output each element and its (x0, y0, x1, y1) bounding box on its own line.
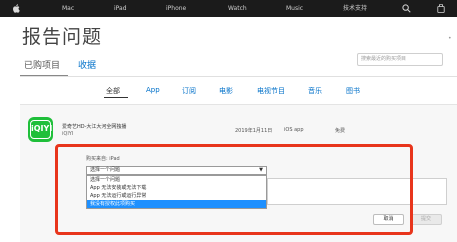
tab-receipts[interactable]: 收据 (78, 58, 96, 71)
category-books[interactable]: 图书 (346, 86, 360, 96)
header-divider (20, 76, 457, 77)
highlight-annotation (55, 144, 413, 235)
purchase-search-input[interactable]: 搜索最近的购买项目 (357, 53, 443, 66)
app-developer: iQIYI (62, 131, 74, 137)
purchase-date: 2019年1月11日 (235, 128, 273, 134)
nav-item-music[interactable]: Music (286, 0, 303, 17)
nav-item-ipad[interactable]: iPad (114, 0, 127, 17)
nav-item-mac[interactable]: Mac (62, 0, 74, 17)
category-subscriptions[interactable]: 订阅 (182, 86, 196, 96)
app-title: 爱奇艺HD-大江大河全网独播 (62, 124, 127, 130)
app-icon-label: iQIYI (30, 120, 52, 139)
category-app[interactable]: App (146, 86, 160, 94)
tab-purchased[interactable]: 已购项目 (24, 58, 60, 71)
submit-button[interactable]: 提交 (410, 214, 442, 225)
apple-icon[interactable] (12, 4, 20, 13)
category-music[interactable]: 音乐 (308, 86, 322, 96)
nav-item-iphone[interactable]: iPhone (166, 0, 186, 17)
shopping-bag-icon[interactable] (437, 4, 445, 13)
more-icon[interactable]: • (448, 35, 452, 42)
nav-item-support[interactable]: 技术支持 (343, 0, 367, 17)
active-category-indicator (104, 97, 128, 98)
app-icon: iQIYI (28, 117, 53, 142)
category-tv-shows[interactable]: 电视节目 (257, 86, 285, 96)
global-nav: Mac iPad iPhone Watch Music 技术支持 (0, 0, 457, 17)
app-price: 免费 (335, 128, 346, 134)
category-all[interactable]: 全部 (106, 86, 120, 96)
app-platform: iOS app (284, 127, 304, 133)
page-title: 报告问题 (22, 26, 103, 48)
search-icon[interactable] (402, 4, 411, 13)
category-movies[interactable]: 电影 (219, 86, 233, 96)
nav-item-watch[interactable]: Watch (228, 0, 247, 17)
